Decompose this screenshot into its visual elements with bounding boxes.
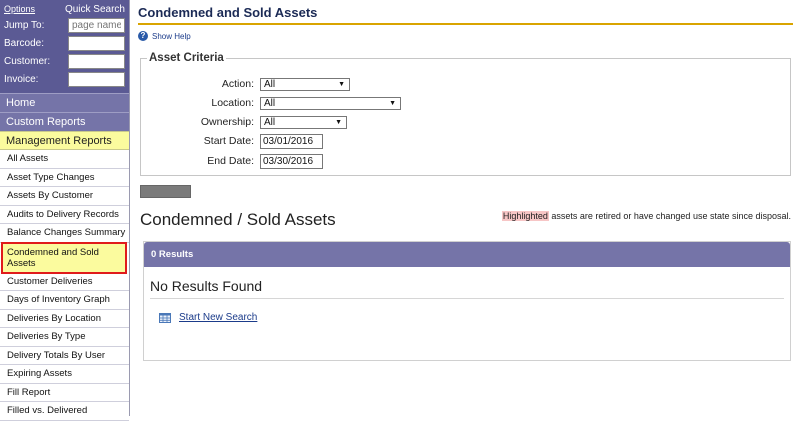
action-label: Action:: [221, 78, 254, 90]
highlight-swatch-text: Highlighted: [501, 211, 549, 221]
chevron-down-icon: ▼: [335, 118, 342, 126]
page-title: Condemned and Sold Assets: [138, 5, 318, 20]
nav-custom-reports[interactable]: Custom Reports: [0, 112, 129, 131]
main-content: Condemned and Sold Assets ? Show Help As…: [138, 0, 800, 416]
location-select[interactable]: All ▼: [260, 96, 401, 110]
results-count-bar: 0 Results: [144, 242, 790, 267]
report-item-all-assets[interactable]: All Assets: [0, 150, 129, 169]
nav-home[interactable]: Home: [0, 93, 129, 112]
report-item-assets-by-customer[interactable]: Assets By Customer: [0, 187, 129, 206]
asset-criteria-panel: Asset Criteria Action: All ▼ Location: A…: [140, 52, 791, 176]
report-item-deliveries-by-type[interactable]: Deliveries By Type: [0, 328, 129, 347]
start-date-row: Start Date: 03/01/2016: [141, 133, 323, 149]
search-button[interactable]: [140, 185, 191, 198]
report-item-deliveries-by-location[interactable]: Deliveries By Location: [0, 310, 129, 328]
table-icon: [159, 312, 171, 323]
nav-management-reports[interactable]: Management Reports: [0, 131, 129, 150]
ownership-select-value: All: [264, 116, 276, 128]
ownership-label: Ownership:: [200, 116, 254, 128]
report-item-delivery-totals[interactable]: Delivery Totals By User: [0, 347, 129, 365]
quick-search-panel: Options Quick Search Jump To: Barcode: C…: [0, 0, 129, 93]
options-link[interactable]: Options: [4, 4, 35, 14]
highlight-note-text: assets are retired or have changed use s…: [548, 211, 791, 221]
show-help-link[interactable]: Show Help: [152, 32, 191, 41]
action-row: Action: All ▼: [141, 76, 350, 92]
report-item-fill-report[interactable]: Fill Report: [0, 384, 129, 402]
results-panel: 0 Results No Results Found Start New Sea…: [143, 241, 791, 361]
asset-criteria-legend: Asset Criteria: [149, 52, 224, 64]
ownership-select[interactable]: All ▼: [260, 115, 347, 129]
report-item-asset-type-changes[interactable]: Asset Type Changes: [0, 169, 129, 187]
help-icon[interactable]: ?: [138, 31, 148, 41]
end-date-input[interactable]: 03/30/2016: [260, 153, 323, 169]
report-item-filled-vs-delivered[interactable]: Filled vs. Delivered: [0, 402, 129, 421]
location-label: Location:: [211, 97, 254, 109]
quick-search-title: Quick Search: [64, 3, 125, 15]
invoice-input[interactable]: [68, 71, 125, 87]
report-item-customer-deliveries[interactable]: Customer Deliveries: [0, 273, 129, 291]
sidebar: Options Quick Search Jump To: Barcode: C…: [0, 0, 130, 421]
jump-to-label: Jump To:: [4, 19, 45, 31]
chevron-down-icon: ▼: [389, 99, 396, 107]
start-date-input[interactable]: 03/01/2016: [260, 133, 323, 149]
barcode-input[interactable]: [68, 35, 125, 51]
report-item-condemned-sold-active[interactable]: Condemned and Sold Assets: [1, 241, 127, 274]
jump-to-input[interactable]: [68, 17, 125, 33]
results-heading: Condemned / Sold Assets: [140, 210, 336, 229]
action-select[interactable]: All ▼: [260, 77, 350, 91]
report-item-balance-changes[interactable]: Balance Changes Summary: [0, 224, 129, 243]
help-row: ? Show Help: [138, 30, 800, 42]
action-select-value: All: [264, 78, 276, 90]
report-list: All Assets Asset Type Changes Assets By …: [0, 150, 129, 421]
new-search-row: Start New Search: [159, 312, 790, 323]
invoice-label: Invoice:: [4, 73, 39, 85]
location-row: Location: All ▼: [141, 95, 401, 111]
customer-label: Customer:: [4, 55, 51, 67]
no-results-message: No Results Found: [150, 278, 263, 294]
report-item-days-of-inventory[interactable]: Days of Inventory Graph: [0, 291, 129, 310]
results-divider: [150, 298, 784, 299]
report-item-audits-to-delivery[interactable]: Audits to Delivery Records: [0, 206, 129, 224]
start-date-label: Start Date:: [203, 135, 254, 147]
end-date-row: End Date: 03/30/2016: [141, 153, 323, 169]
end-date-label: End Date:: [207, 155, 254, 167]
chevron-down-icon: ▼: [338, 80, 345, 88]
ownership-row: Ownership: All ▼: [141, 114, 347, 130]
customer-input[interactable]: [68, 53, 125, 69]
title-divider: [138, 23, 793, 25]
location-select-value: All: [264, 97, 276, 109]
barcode-label: Barcode:: [4, 37, 45, 49]
highlight-legend-note: Highlighted assets are retired or have c…: [501, 211, 791, 221]
report-item-expiring-assets[interactable]: Expiring Assets: [0, 365, 129, 384]
start-new-search-link[interactable]: Start New Search: [179, 312, 257, 323]
